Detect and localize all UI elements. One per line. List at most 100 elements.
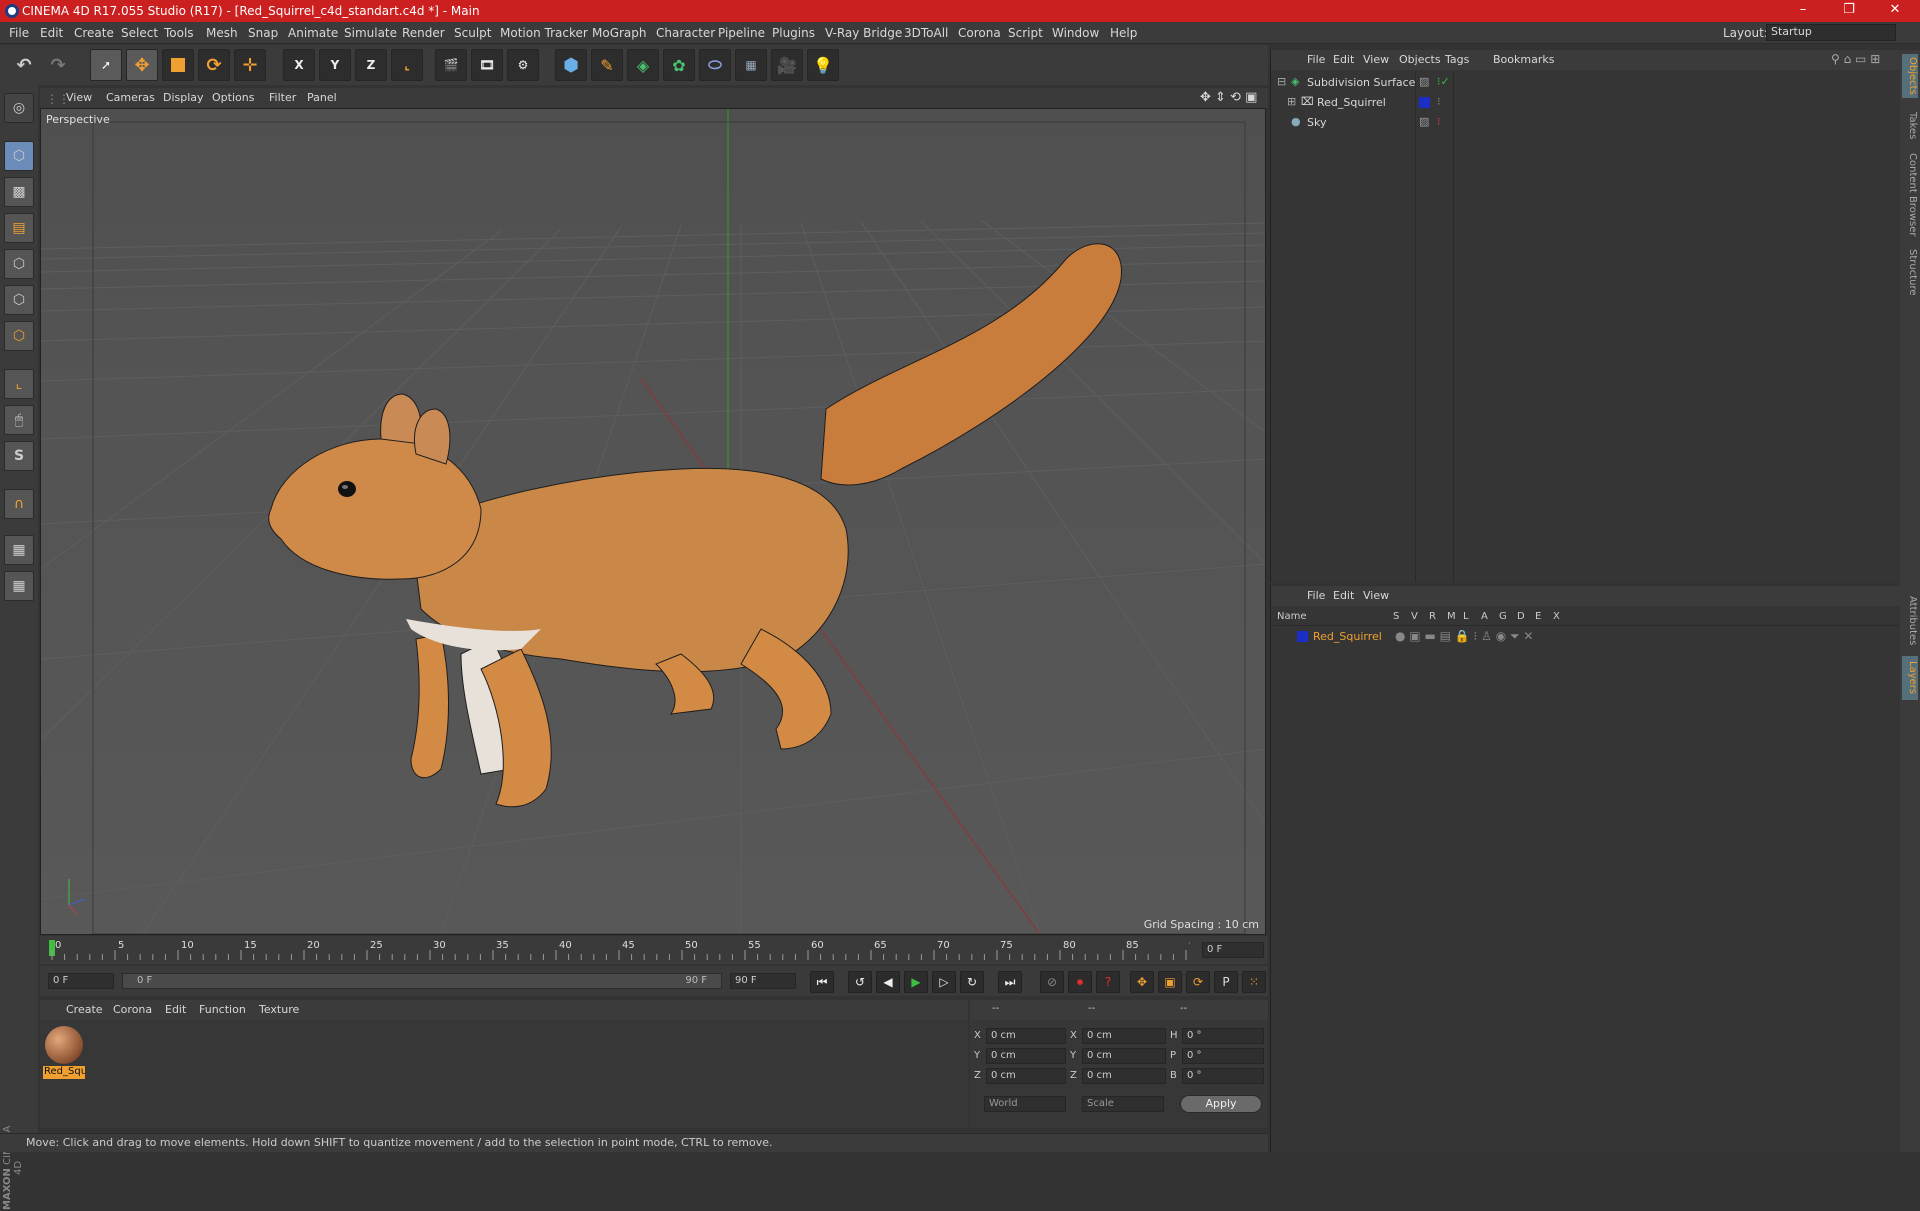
menu-simulate[interactable]: Simulate (344, 26, 397, 40)
col-animation[interactable]: A (1481, 611, 1488, 622)
col-name[interactable]: Name (1277, 611, 1307, 622)
objects-menu-view[interactable]: View (1363, 53, 1389, 66)
tab-content-browser[interactable]: Content Browser (1902, 150, 1918, 240)
size-z-field[interactable]: 0 cm (1082, 1068, 1166, 1084)
tweak-mode-icon[interactable]: 🖱 (4, 405, 34, 435)
viewport-menu-options[interactable]: Options (212, 91, 254, 104)
material-menu-corona[interactable]: Corona (113, 1003, 152, 1016)
floor-icon[interactable]: ▦ (735, 49, 767, 81)
col-xref[interactable]: X (1553, 611, 1560, 622)
layout-select[interactable]: Startup (1766, 24, 1896, 41)
light-icon[interactable]: 💡 (807, 49, 839, 81)
position-y-field[interactable]: 0 cm (986, 1048, 1066, 1064)
camera-icon[interactable]: 🎥 (771, 49, 803, 81)
maximize-button[interactable]: ❐ (1826, 0, 1872, 22)
menu-select[interactable]: Select (121, 26, 158, 40)
object-row-squirrel[interactable]: ⊞ ⌧ Red_Squirrel ⁝ (1273, 94, 1899, 112)
layers-menu-file[interactable]: File (1307, 589, 1325, 602)
spline-pen-icon[interactable]: ✎ (591, 49, 623, 81)
scale-tool-icon[interactable] (162, 49, 194, 81)
material-swatch[interactable]: Red_Squ (43, 1024, 85, 1080)
undo-icon[interactable]: ↶ (8, 49, 40, 81)
menu-animate[interactable]: Animate (288, 26, 338, 40)
menu-vray-bridge[interactable]: V-Ray Bridge (825, 26, 902, 40)
position-z-field[interactable]: 0 cm (986, 1068, 1066, 1084)
key-pla-icon[interactable]: ⁙ (1242, 971, 1266, 993)
layer-toggle-icons[interactable]: ● ▣ ▬ ▤ 🔒 ⁝ ♙ ◉ ⏷ ✕ (1395, 629, 1533, 644)
menu-create[interactable]: Create (74, 26, 114, 40)
apply-button[interactable]: Apply (1180, 1095, 1262, 1113)
go-to-start-icon[interactable]: ⏮ (810, 971, 834, 993)
menu-plugins[interactable]: Plugins (772, 26, 815, 40)
lock-workplane-icon[interactable]: ▦ (4, 535, 34, 565)
viewport-menu-panel[interactable]: Panel (307, 91, 337, 104)
viewport-navigation-icon[interactable]: ✥ ⇕ ⟲ ▣ (1200, 90, 1257, 105)
material-menu-create[interactable]: Create (66, 1003, 103, 1016)
visibility-dots-icon[interactable]: ⁝ (1437, 95, 1441, 108)
timeline-ruler[interactable]: 0 5 10 15 20 25 30 35 40 45 50 55 60 65 70 75 80 85 90 0 F (40, 936, 1268, 964)
layers-menu-edit[interactable]: Edit (1333, 589, 1354, 602)
layer-row-squirrel[interactable]: Red_Squirrel ● ▣ ▬ ▤ 🔒 ⁝ ♙ ◉ ⏷ ✕ (1273, 628, 1899, 646)
planar-workplane-icon[interactable]: ▦ (4, 571, 34, 601)
menu-motion-tracker[interactable]: Motion Tracker (500, 26, 588, 40)
workplane-mode-icon[interactable]: ▤ (4, 213, 34, 243)
polygons-mode-icon[interactable]: ⬡ (4, 321, 34, 351)
layer-color-swatch[interactable] (1297, 631, 1308, 642)
menu-tools[interactable]: Tools (164, 26, 194, 40)
position-x-field[interactable]: 0 cm (986, 1028, 1066, 1044)
next-frame-icon[interactable]: ▷ (932, 971, 956, 993)
key-position-icon[interactable]: ✥ (1130, 971, 1154, 993)
object-row-subdivision[interactable]: ⊟ ◈ Subdivision Surface ▨ ⁝✓ (1273, 74, 1899, 92)
select-tool-icon[interactable]: ➚ (90, 49, 122, 81)
layers-menu-view[interactable]: View (1363, 589, 1389, 602)
menu-snap[interactable]: Snap (248, 26, 278, 40)
menu-character[interactable]: Character (656, 26, 715, 40)
key-scale-icon[interactable]: ▣ (1158, 971, 1182, 993)
tab-attributes[interactable]: Attributes (1902, 590, 1918, 652)
menu-pipeline[interactable]: Pipeline (718, 26, 765, 40)
next-keyframe-icon[interactable]: ↻ (960, 971, 984, 993)
col-solo[interactable]: S (1393, 611, 1399, 622)
tab-takes[interactable]: Takes (1902, 106, 1918, 146)
size-y-field[interactable]: 0 cm (1082, 1048, 1166, 1064)
end-frame-field[interactable]: 90 F (730, 973, 796, 989)
minimize-button[interactable]: – (1780, 0, 1826, 22)
col-render[interactable]: R (1429, 611, 1436, 622)
menu-help[interactable]: Help (1110, 26, 1137, 40)
x-axis-lock-icon[interactable]: X (283, 49, 315, 81)
rotate-tool-icon[interactable]: ⟳ (198, 49, 230, 81)
redo-icon[interactable]: ↷ (42, 49, 74, 81)
rotation-b-field[interactable]: 0 ° (1182, 1068, 1264, 1084)
menu-script[interactable]: Script (1008, 26, 1043, 40)
viewport-menu-filter[interactable]: Filter (269, 91, 296, 104)
rotation-h-field[interactable]: 0 ° (1182, 1028, 1264, 1044)
objects-search-home-icon[interactable]: ⚲ ⌂ ▭ ⊞ (1831, 52, 1880, 66)
objects-menu-objects[interactable]: Objects (1399, 53, 1441, 66)
menu-file[interactable]: File (9, 26, 29, 40)
tab-structure[interactable]: Structure (1902, 244, 1918, 300)
close-button[interactable]: ✕ (1872, 0, 1918, 22)
points-mode-icon[interactable]: ⬡ (4, 249, 34, 279)
render-picture-viewer-icon[interactable]: 🎞 (471, 49, 503, 81)
snap-icon[interactable]: S (4, 441, 34, 471)
model-mode-icon[interactable]: ⬡ (4, 141, 34, 171)
deformer-icon[interactable]: ⬭ (699, 49, 731, 81)
render-settings-icon[interactable]: ⚙ (507, 49, 539, 81)
col-generators[interactable]: G (1499, 611, 1507, 622)
start-frame-field[interactable]: 0 F (48, 973, 114, 989)
key-rotation-icon[interactable]: ⟳ (1186, 971, 1210, 993)
material-menu-edit[interactable]: Edit (165, 1003, 186, 1016)
autokey-icon[interactable]: ⏺ (1068, 971, 1092, 993)
go-to-end-icon[interactable]: ⏭ (998, 971, 1022, 993)
menu-window[interactable]: Window (1052, 26, 1099, 40)
col-manager[interactable]: M (1447, 611, 1456, 622)
viewport-menu-display[interactable]: Display (163, 91, 204, 104)
rotation-p-field[interactable]: 0 ° (1182, 1048, 1264, 1064)
object-row-sky[interactable]: ● Sky ▨ ⁝ (1273, 114, 1899, 132)
visibility-dots-icon[interactable]: ⁝ (1437, 115, 1441, 128)
record-active-icon[interactable]: ⊘ (1040, 971, 1064, 993)
menu-mograph[interactable]: MoGraph (592, 26, 647, 40)
collapse-icon[interactable]: ⊟ (1277, 75, 1286, 88)
menu-mesh[interactable]: Mesh (206, 26, 238, 40)
menu-sculpt[interactable]: Sculpt (454, 26, 491, 40)
